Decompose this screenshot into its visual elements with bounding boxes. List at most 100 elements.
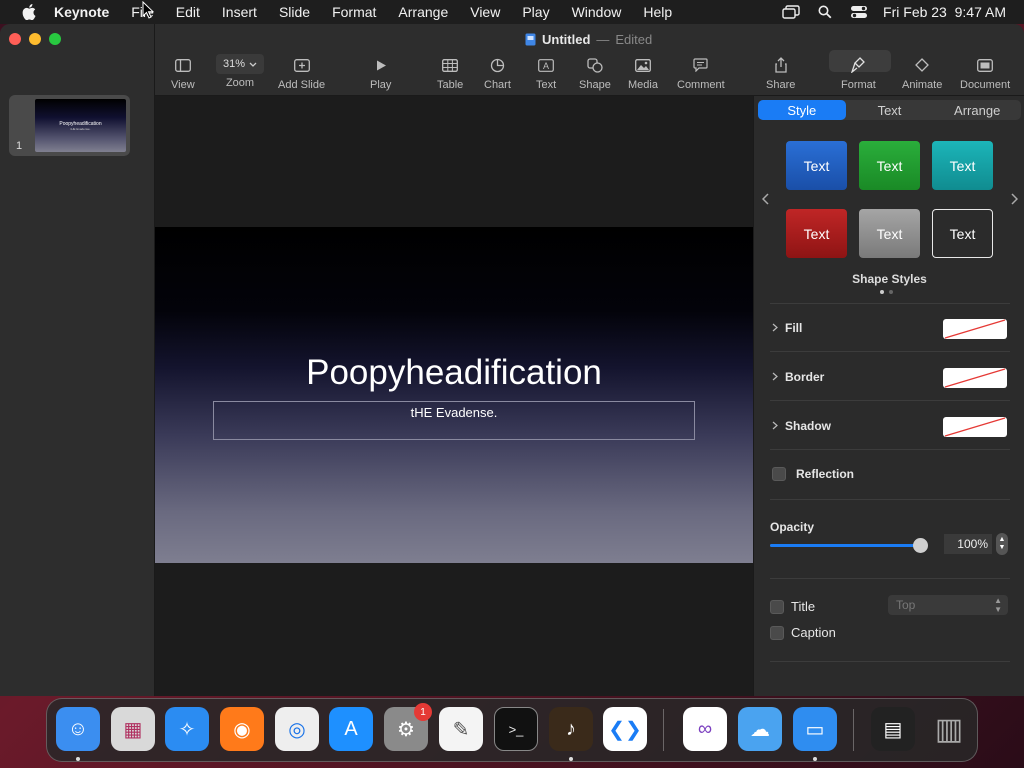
chevron-right-icon — [772, 419, 778, 433]
vscode-icon[interactable]: ❮❯ — [603, 707, 647, 751]
menu-insert[interactable]: Insert — [222, 4, 257, 20]
chart-button[interactable]: Chart — [484, 56, 511, 91]
shape-style-green[interactable]: Text — [859, 141, 920, 190]
animate-icon — [913, 56, 931, 74]
shape-button[interactable]: Shape — [579, 56, 611, 91]
finder-icon[interactable]: ☺ — [56, 707, 100, 751]
document-icon — [977, 56, 994, 74]
tab-style[interactable]: Style — [758, 100, 846, 120]
add-slide-button[interactable]: Add Slide — [278, 56, 325, 91]
opacity-value-field[interactable]: 100% — [944, 534, 992, 554]
format-button[interactable]: Format — [841, 56, 876, 91]
document-name: Untitled — [542, 32, 591, 47]
shape-style-red[interactable]: Text — [786, 209, 847, 258]
fill-swatch[interactable] — [943, 319, 1007, 339]
border-swatch[interactable] — [943, 368, 1007, 388]
shape-style-blue[interactable]: Text — [786, 141, 847, 190]
title-row: Title — [770, 599, 815, 614]
downloads-stack-icon[interactable]: ▤ — [871, 707, 915, 751]
running-indicator — [813, 757, 817, 761]
comment-icon — [693, 56, 708, 74]
border-row[interactable]: Border — [772, 370, 824, 384]
terminal-icon[interactable]: >_ — [494, 707, 538, 751]
caption-checkbox[interactable] — [770, 625, 784, 640]
shadow-label: Shadow — [785, 419, 832, 433]
slide-subtitle-box[interactable]: tHE Evadense. — [213, 401, 695, 440]
stepper-up-icon[interactable]: ▲ — [999, 536, 1006, 544]
opacity-slider[interactable] — [770, 538, 928, 553]
slide[interactable]: Poopyheadification tHE Evadense. — [155, 227, 753, 563]
menu-app-name[interactable]: Keynote — [54, 4, 109, 20]
reflection-checkbox[interactable] — [772, 467, 786, 481]
share-button[interactable]: Share — [766, 56, 795, 91]
zoom-control[interactable]: 31% Zoom — [216, 54, 264, 89]
trash-icon[interactable]: ▥ — [927, 707, 971, 751]
document-button[interactable]: Document — [960, 56, 1010, 91]
keynote-icon[interactable]: ▭ — [793, 707, 837, 751]
slide-subtitle[interactable]: tHE Evadense. — [214, 405, 694, 420]
textedit-icon[interactable]: ✎ — [439, 707, 483, 751]
shadow-swatch[interactable] — [943, 417, 1007, 437]
menu-window[interactable]: Window — [572, 4, 622, 20]
animate-button[interactable]: Animate — [902, 56, 942, 91]
menu-help[interactable]: Help — [643, 4, 672, 20]
garageband-icon[interactable]: ♪ — [549, 707, 593, 751]
tab-arrange[interactable]: Arrange — [933, 100, 1021, 120]
menu-bar-clock[interactable]: Fri Feb 23 9:47 AM — [883, 4, 1006, 20]
divider — [770, 661, 1010, 662]
zoom-select[interactable]: 31% — [216, 54, 264, 74]
slide-thumbnail-preview: Poopyheadification tHE Evadense. — [35, 99, 126, 152]
title-checkbox[interactable] — [770, 599, 784, 614]
shape-style-gray[interactable]: Text — [859, 209, 920, 258]
slide-canvas[interactable]: Poopyheadification tHE Evadense. — [155, 96, 753, 696]
stepper-down-icon[interactable]: ▼ — [999, 544, 1006, 552]
fill-row[interactable]: Fill — [772, 321, 802, 335]
app-store-icon[interactable]: A — [329, 707, 373, 751]
zoom-button[interactable] — [49, 33, 61, 45]
window-controls — [9, 33, 61, 45]
document-label: Document — [960, 79, 1011, 91]
search-icon[interactable] — [815, 5, 835, 19]
control-center-icon[interactable] — [849, 5, 869, 19]
slide-navigator: Poopyheadification tHE Evadense. 1 — [0, 24, 155, 696]
chevron-left-icon[interactable] — [761, 192, 770, 208]
chrome-icon[interactable]: ◎ — [275, 707, 319, 751]
zoom-value: 31% — [222, 58, 246, 70]
slide-title[interactable]: Poopyheadification — [155, 353, 753, 393]
media-button[interactable]: Media — [628, 56, 658, 91]
table-button[interactable]: Table — [437, 56, 463, 91]
running-indicator — [76, 757, 80, 761]
menu-play[interactable]: Play — [522, 4, 549, 20]
firefox-icon[interactable]: ◉ — [220, 707, 264, 751]
tab-text[interactable]: Text — [846, 100, 934, 120]
launchpad-icon[interactable]: ▦ — [111, 707, 155, 751]
play-button[interactable]: Play — [370, 56, 391, 91]
menu-edit[interactable]: Edit — [176, 4, 200, 20]
close-button[interactable] — [9, 33, 21, 45]
apple-menu-icon[interactable] — [20, 4, 38, 20]
minimize-button[interactable] — [29, 33, 41, 45]
format-label: Format — [841, 79, 876, 91]
keynote-doc-icon — [525, 33, 536, 46]
weather-icon[interactable]: ☁ — [738, 707, 782, 751]
menu-view[interactable]: View — [470, 4, 500, 20]
style-page-dots[interactable] — [880, 290, 893, 294]
slide-thumbnail-1[interactable]: Poopyheadification tHE Evadense. — [9, 95, 130, 156]
system-settings-icon[interactable]: ⚙ 1 — [384, 703, 432, 751]
comment-button[interactable]: Comment — [677, 56, 725, 91]
chevron-right-icon[interactable] — [1010, 192, 1019, 208]
view-button[interactable]: View — [171, 56, 195, 91]
menu-slide[interactable]: Slide — [279, 4, 310, 20]
shape-style-teal[interactable]: Text — [932, 141, 993, 190]
opacity-slider-knob[interactable] — [913, 538, 928, 553]
text-button[interactable]: A Text — [536, 56, 556, 91]
safari-icon[interactable]: ✧ — [165, 707, 209, 751]
opacity-stepper[interactable]: ▲ ▼ — [996, 533, 1008, 555]
title-position-select[interactable]: Top ▲ ▼ — [888, 595, 1008, 615]
shadow-row[interactable]: Shadow — [772, 419, 831, 433]
menu-arrange[interactable]: Arrange — [398, 4, 448, 20]
screen-mirroring-icon[interactable] — [781, 5, 801, 19]
menu-format[interactable]: Format — [332, 4, 376, 20]
shape-style-outline[interactable]: Text — [932, 209, 993, 258]
visual-studio-icon[interactable]: ∞ — [683, 707, 727, 751]
